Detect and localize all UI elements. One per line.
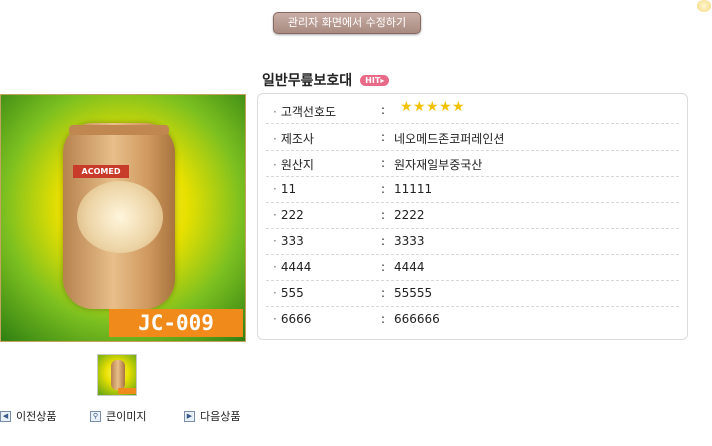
hit-badge-arrow-icon: ▸	[380, 75, 385, 85]
arrow-left-icon: ◀	[0, 410, 11, 422]
info-separator: :	[381, 312, 386, 326]
info-row-custom-6: 6666 : 666666	[266, 306, 679, 332]
info-row-custom-5: 555 : 55555	[266, 280, 679, 307]
product-title: 일반무릎보호대	[262, 73, 353, 89]
info-value: 666666	[394, 312, 440, 326]
hit-badge: HIT▸	[360, 74, 390, 86]
info-value: 4444	[394, 260, 425, 274]
info-row-manufacturer: 제조사 : 네오메드존코퍼레인션	[266, 124, 679, 151]
large-image-label: 큰이미지	[106, 410, 147, 423]
info-label: 고객선호도	[273, 103, 336, 120]
admin-edit-button[interactable]: 관리자 화면에서 수정하기	[273, 12, 421, 34]
info-label: 제조사	[273, 130, 314, 147]
info-value: 원자재일부중국산	[394, 158, 483, 172]
info-label: 222	[273, 208, 304, 222]
info-value: 11111	[394, 182, 433, 196]
product-main-image[interactable]: ACOMED JC-009	[0, 94, 246, 342]
star-icon: ★	[439, 99, 452, 115]
info-value: 네오메드존코퍼레인션	[394, 132, 505, 146]
product-title-row: 일반무릎보호대 HIT▸	[262, 70, 390, 90]
star-icon: ★	[426, 99, 439, 115]
info-label: 4444	[273, 260, 312, 274]
arrow-right-icon: ▶	[184, 410, 195, 422]
info-row-custom-3: 333 : 3333	[266, 228, 679, 255]
info-label: 11	[273, 182, 296, 196]
info-separator: :	[381, 182, 386, 196]
info-separator: :	[381, 208, 386, 222]
star-icon: ★	[452, 99, 465, 115]
prev-product-label: 이전상품	[16, 410, 57, 423]
info-label: 333	[273, 234, 304, 248]
info-value: 55555	[394, 286, 433, 300]
prev-product-link[interactable]: ◀ 이전상품	[0, 408, 56, 424]
info-row-custom-1: 11 : 11111	[266, 176, 679, 203]
info-value: 3333	[394, 234, 425, 248]
info-row-custom-2: 222 : 2222	[266, 202, 679, 229]
next-product-label: 다음상품	[200, 410, 241, 423]
star-icon: ★	[400, 99, 413, 115]
next-product-link[interactable]: ▶ 다음상품	[184, 408, 240, 424]
info-value: 2222	[394, 208, 425, 222]
magnifier-icon: ⚲	[90, 410, 101, 422]
thumbnail-model-tag	[118, 388, 136, 394]
info-label: 원산지	[273, 156, 314, 173]
info-label: 6666	[273, 312, 312, 326]
product-info-box: 고객선호도 : ★ ★ ★ ★ ★ 제조사 : 네오메드존코퍼레인션 원산지 :…	[257, 93, 688, 340]
brand-tag: ACOMED	[73, 165, 129, 178]
info-row-rating: 고객선호도 : ★ ★ ★ ★ ★	[266, 97, 679, 124]
corner-decoration	[697, 0, 711, 12]
model-label: JC-009	[109, 309, 243, 337]
info-separator: :	[381, 260, 386, 274]
hit-badge-label: HIT	[365, 75, 381, 85]
info-separator: :	[381, 234, 386, 248]
rating-stars: ★ ★ ★ ★ ★	[400, 99, 465, 115]
info-row-custom-4: 4444 : 4444	[266, 254, 679, 281]
info-label: 555	[273, 286, 304, 300]
info-separator: :	[381, 103, 386, 117]
info-separator: :	[381, 130, 386, 144]
product-thumbnail[interactable]	[97, 354, 137, 396]
info-separator: :	[381, 286, 386, 300]
thumbnail-knee-illustration	[111, 360, 125, 390]
star-icon: ★	[413, 99, 426, 115]
info-separator: :	[381, 156, 386, 170]
sleeve-band	[69, 125, 169, 135]
large-image-link[interactable]: ⚲ 큰이미지	[90, 408, 146, 424]
info-row-origin: 원산지 : 원자재일부중국산	[266, 150, 679, 177]
knee-pad	[77, 181, 163, 253]
